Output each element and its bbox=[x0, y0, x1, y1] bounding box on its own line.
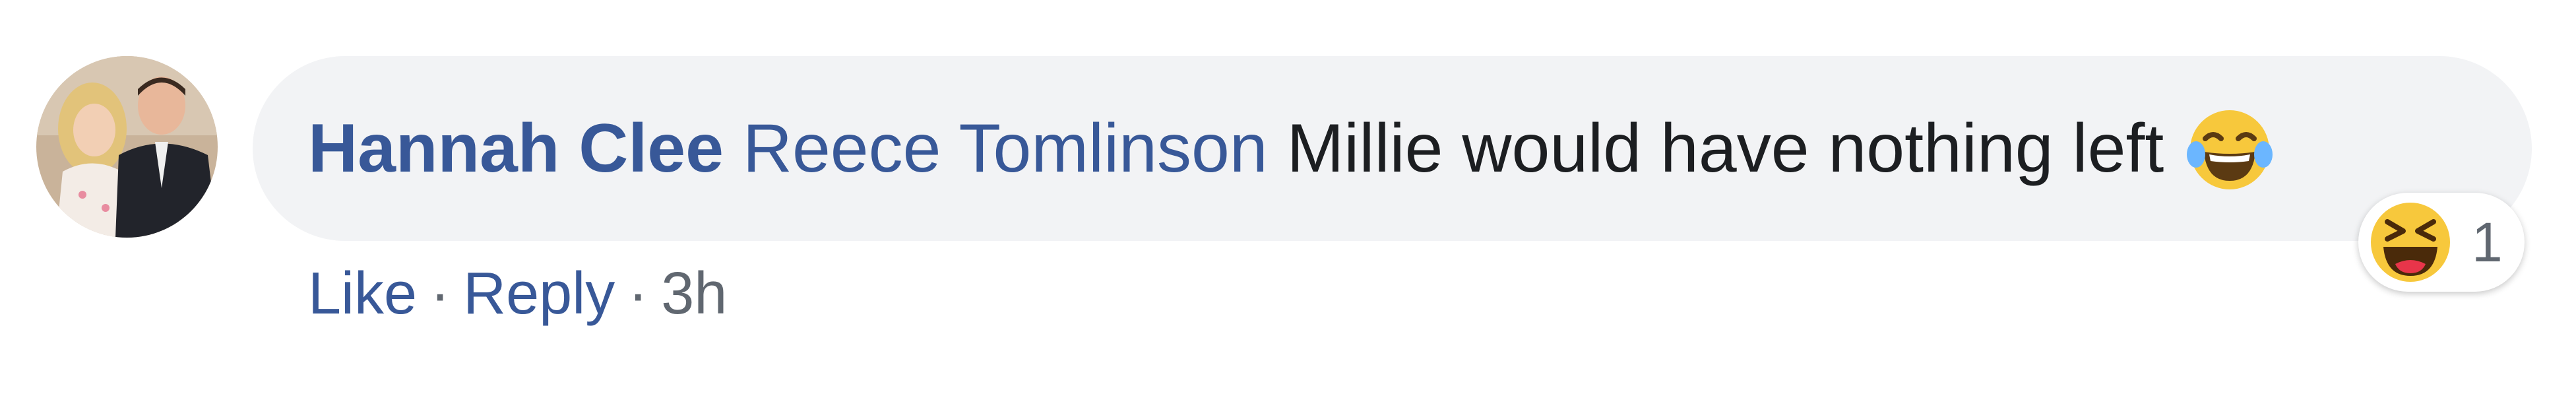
reaction-count: 1 bbox=[2472, 211, 2503, 273]
like-link[interactable]: Like bbox=[308, 261, 417, 327]
separator-dot: · bbox=[430, 261, 451, 327]
haha-reaction-icon bbox=[2371, 203, 2450, 282]
reply-link[interactable]: Reply bbox=[463, 261, 615, 327]
separator-dot: · bbox=[628, 261, 648, 327]
avatar[interactable] bbox=[36, 56, 218, 238]
comment-text: Millie would have nothing left bbox=[1286, 110, 2164, 187]
mentioned-user-link[interactable]: Reece Tomlinson bbox=[743, 110, 1268, 187]
comment-author-link[interactable]: Hannah Clee bbox=[308, 110, 724, 187]
comment-content: Hannah Clee Reece Tomlinson Millie would… bbox=[308, 106, 2282, 191]
comment-actions: Like · Reply · 3h bbox=[308, 254, 727, 333]
reaction-summary[interactable]: 1 bbox=[2358, 193, 2525, 292]
comment-timestamp[interactable]: 3h bbox=[661, 261, 727, 327]
face-with-tears-of-joy-icon bbox=[2183, 106, 2282, 191]
avatar-photo bbox=[36, 56, 218, 238]
